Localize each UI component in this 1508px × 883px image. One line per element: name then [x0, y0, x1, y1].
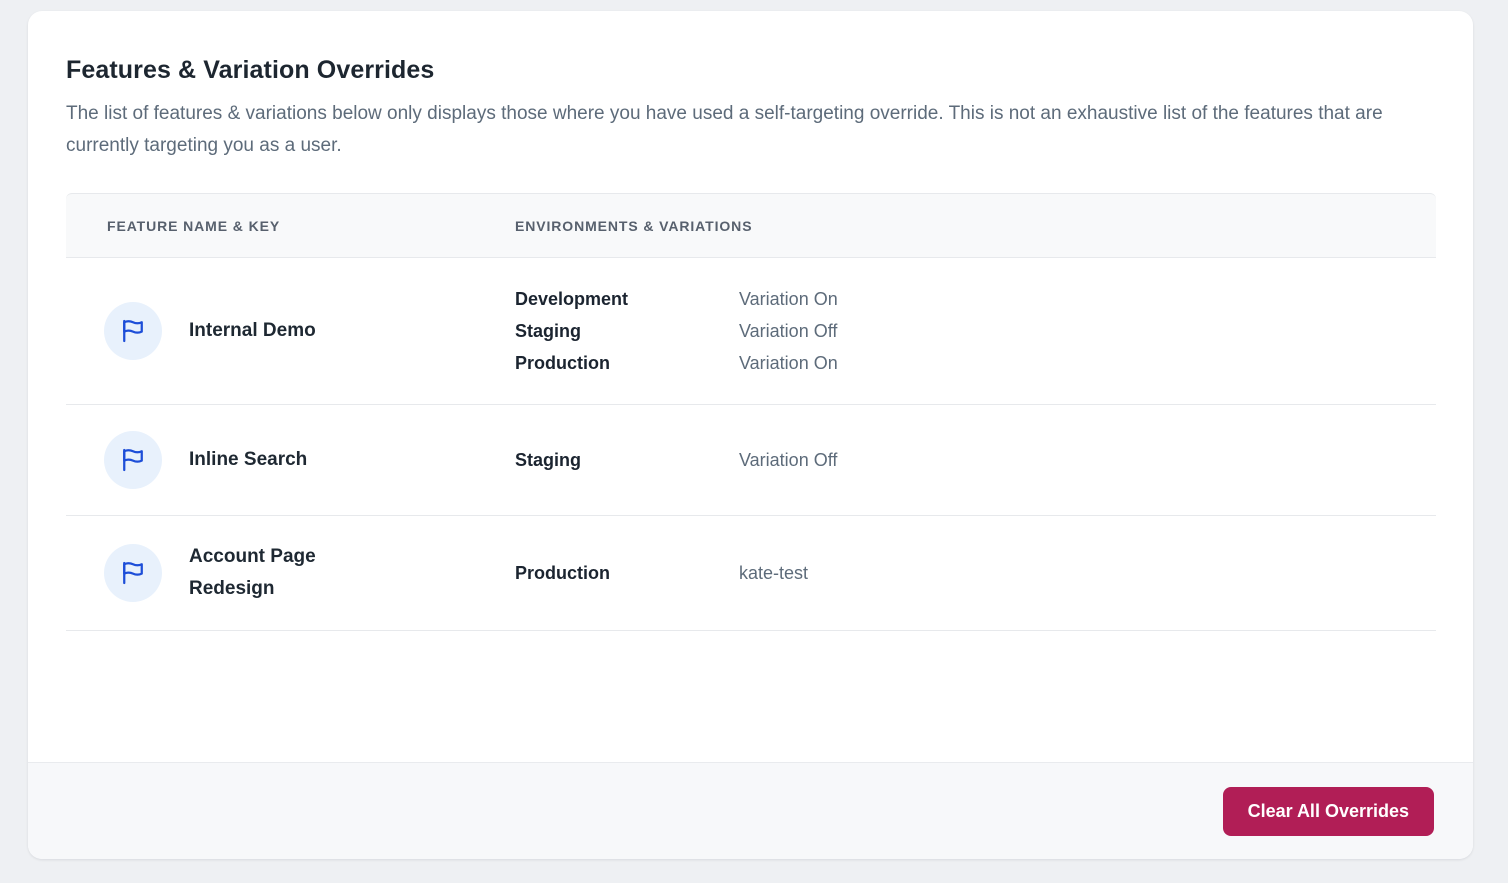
environment-names: Production: [515, 557, 739, 589]
environment-name: Staging: [515, 315, 739, 347]
variation-value: Variation Off: [739, 444, 1436, 476]
environment-names: Staging: [515, 444, 739, 476]
overrides-panel: Features & Variation Overrides The list …: [28, 11, 1473, 859]
environment-name: Production: [515, 347, 739, 379]
overrides-table: Feature Name & Key Environments & Variat…: [66, 193, 1436, 631]
column-header-feature: Feature Name & Key: [66, 218, 515, 234]
environment-name: Production: [515, 557, 739, 589]
column-header-environments: Environments & Variations: [515, 218, 1436, 234]
panel-content: Features & Variation Overrides The list …: [28, 11, 1473, 762]
table-row: Inline Search Staging Variation Off: [66, 405, 1436, 516]
feature-name: Inline Search: [189, 444, 307, 476]
feature-cell: Inline Search: [66, 431, 515, 489]
flag-icon: [104, 302, 162, 360]
variation-value: Variation Off: [739, 315, 1436, 347]
table-header-row: Feature Name & Key Environments & Variat…: [66, 193, 1436, 258]
environment-name: Staging: [515, 444, 739, 476]
table-row: Account Page Redesign Production kate-te…: [66, 516, 1436, 631]
flag-icon: [104, 544, 162, 602]
variation-value: Variation On: [739, 283, 1436, 315]
feature-name: Internal Demo: [189, 315, 316, 347]
variation-values: kate-test: [739, 557, 1436, 589]
variation-value: kate-test: [739, 557, 1436, 589]
variation-values: Variation Off: [739, 444, 1436, 476]
feature-cell: Account Page Redesign: [66, 541, 515, 605]
variation-values: Variation On Variation Off Variation On: [739, 283, 1436, 379]
page-description: The list of features & variations below …: [66, 98, 1411, 162]
feature-cell: Internal Demo: [66, 302, 515, 360]
feature-name: Account Page Redesign: [189, 541, 354, 605]
variation-value: Variation On: [739, 347, 1436, 379]
page-title: Features & Variation Overrides: [66, 55, 1435, 85]
environment-name: Development: [515, 283, 739, 315]
panel-footer: Clear All Overrides: [28, 762, 1473, 859]
flag-icon: [104, 431, 162, 489]
environment-names: Development Staging Production: [515, 283, 739, 379]
table-row: Internal Demo Development Staging Produc…: [66, 258, 1436, 405]
clear-all-overrides-button[interactable]: Clear All Overrides: [1223, 787, 1434, 836]
